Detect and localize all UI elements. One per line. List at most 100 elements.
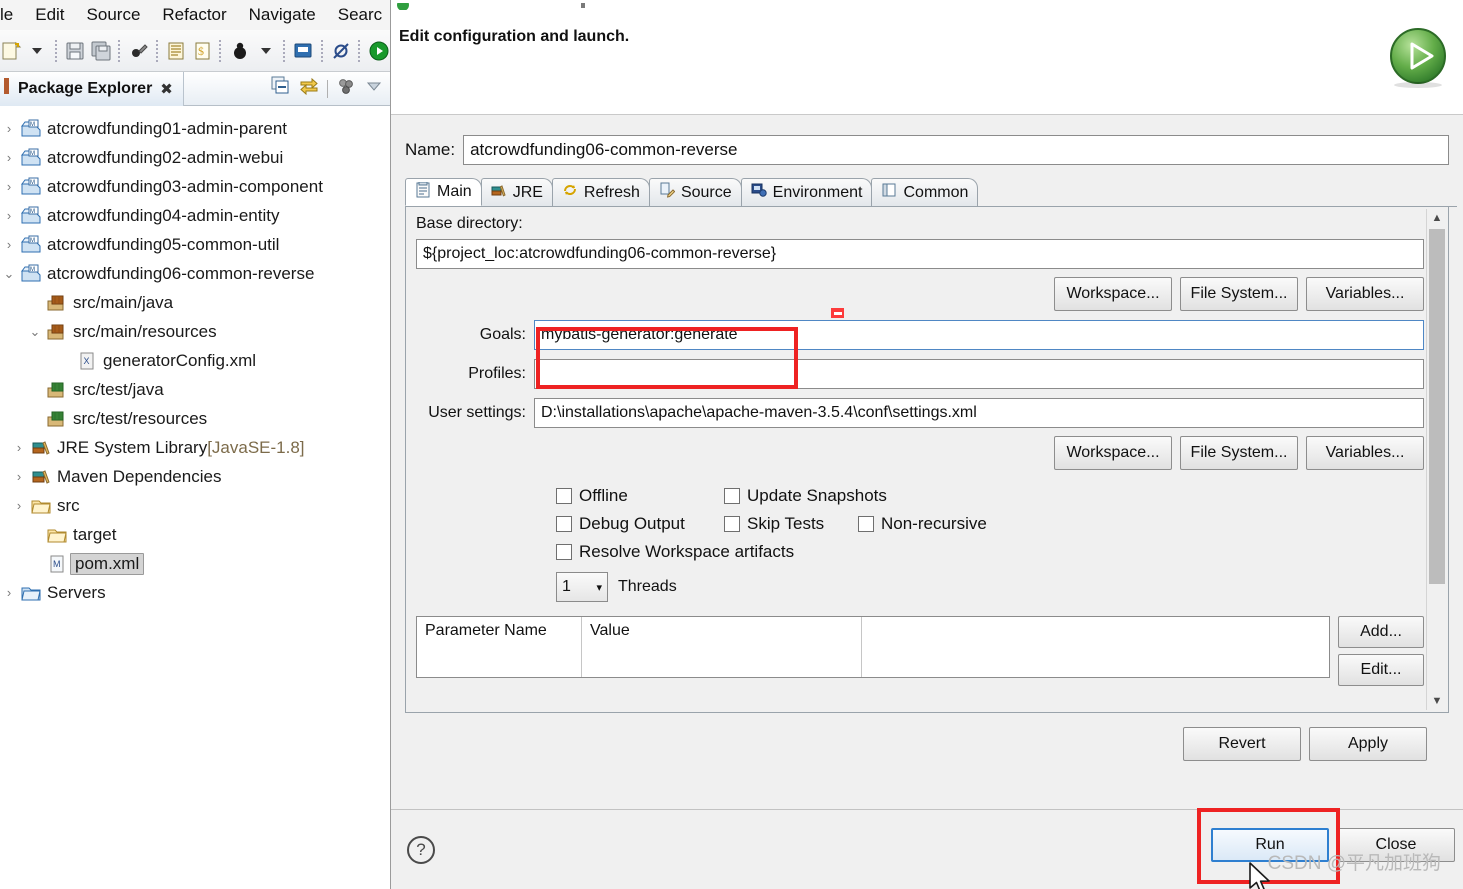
file-system-button-bottom[interactable]: File System... <box>1180 436 1298 470</box>
tree-item-atcrowdfunding06[interactable]: ⌄ M atcrowdfunding06-common-reverse <box>0 259 384 288</box>
tree-item-generatorconfig-xml[interactable]: X generatorConfig.xml <box>0 346 384 375</box>
tab-refresh[interactable]: Refresh <box>551 178 650 206</box>
tree-item-src-main-resources[interactable]: ⌄ src/main/resources <box>0 317 384 346</box>
checkbox-skip-tests-box[interactable] <box>724 516 740 532</box>
tree-item-src-test-resources[interactable]: src/test/resources <box>0 404 384 433</box>
console-icon[interactable] <box>292 38 315 64</box>
collapse-arrow-icon[interactable]: ⌄ <box>26 324 44 340</box>
column-header-blank[interactable] <box>862 617 1329 677</box>
build-icon[interactable] <box>127 38 150 64</box>
chevron-down-icon[interactable]: ▾ <box>596 581 602 594</box>
save-icon[interactable] <box>64 38 87 64</box>
checkbox-offline-box[interactable] <box>556 488 572 504</box>
collapse-all-icon[interactable] <box>271 76 291 101</box>
main-panel-scrollbar[interactable]: ▲ ▼ <box>1426 209 1446 710</box>
package-explorer-tree[interactable]: › M atcrowdfunding01-admin-parent › M at… <box>0 106 384 889</box>
profiles-input[interactable] <box>534 359 1424 389</box>
edit-parameter-button[interactable]: Edit... <box>1338 654 1424 686</box>
revert-button[interactable]: Revert <box>1183 727 1301 761</box>
menu-edit[interactable]: Edit <box>35 5 64 25</box>
expand-arrow-icon[interactable]: › <box>10 440 28 455</box>
tree-item-atcrowdfunding04[interactable]: › M atcrowdfunding04-admin-entity <box>0 201 384 230</box>
tree-item-atcrowdfunding03[interactable]: › M atcrowdfunding03-admin-component <box>0 172 384 201</box>
view-menu-icon[interactable] <box>336 76 356 101</box>
apply-button[interactable]: Apply <box>1309 727 1427 761</box>
menu-search[interactable]: Searc <box>338 5 382 25</box>
expand-arrow-icon[interactable]: › <box>10 469 28 484</box>
tree-item-target[interactable]: target <box>0 520 384 549</box>
save-all-icon[interactable] <box>89 38 112 64</box>
base-directory-input[interactable] <box>416 239 1424 269</box>
column-header-value[interactable]: Value <box>582 617 862 677</box>
expand-arrow-icon[interactable]: › <box>0 121 18 136</box>
new-dropdown-caret-icon[interactable] <box>26 38 49 64</box>
threads-dropdown[interactable]: 1 ▾ <box>556 572 608 602</box>
checkbox-non-recursive[interactable]: Non-recursive <box>858 514 987 534</box>
checkbox-resolve-workspace-artifacts-box[interactable] <box>556 544 572 560</box>
tree-item-src[interactable]: › src <box>0 491 384 520</box>
tab-environment[interactable]: Environment <box>740 178 873 206</box>
tree-item-atcrowdfunding02[interactable]: › M atcrowdfunding02-admin-webui <box>0 143 384 172</box>
scroll-up-arrow-icon[interactable]: ▲ <box>1427 209 1447 227</box>
checkbox-update-snapshots[interactable]: Update Snapshots <box>724 486 887 506</box>
close-icon[interactable]: ✖ <box>160 80 173 98</box>
checkbox-non-recursive-box[interactable] <box>858 516 874 532</box>
new-wizard-icon[interactable] <box>0 38 23 64</box>
tree-item-label: src/test/java <box>73 379 164 399</box>
workspace-button-bottom[interactable]: Workspace... <box>1054 436 1172 470</box>
tree-item-atcrowdfunding01[interactable]: › M atcrowdfunding01-admin-parent <box>0 114 384 143</box>
tab-jre[interactable]: JRE <box>480 178 553 206</box>
scroll-down-arrow-icon[interactable]: ▼ <box>1427 692 1447 710</box>
run-icon[interactable] <box>367 38 390 64</box>
configuration-name-input[interactable] <box>463 135 1449 165</box>
column-header-parameter-name[interactable]: Parameter Name <box>417 617 582 677</box>
checkbox-offline[interactable]: Offline <box>556 486 724 506</box>
add-parameter-button[interactable]: Add... <box>1338 616 1424 648</box>
scrollbar-thumb[interactable] <box>1429 229 1445 584</box>
link-with-editor-icon[interactable] <box>299 76 319 101</box>
checkbox-debug-output-box[interactable] <box>556 516 572 532</box>
menu-refactor[interactable]: Refactor <box>162 5 226 25</box>
collapse-arrow-icon[interactable]: ⌄ <box>0 266 18 282</box>
checkbox-resolve-workspace-artifacts[interactable]: Resolve Workspace artifacts <box>556 542 794 562</box>
expand-arrow-icon[interactable]: › <box>0 150 18 165</box>
open-resource-icon[interactable]: $ <box>191 38 214 64</box>
expand-arrow-icon[interactable]: › <box>0 585 18 600</box>
checkbox-skip-tests[interactable]: Skip Tests <box>724 514 858 534</box>
skip-breakpoints-icon[interactable] <box>330 38 353 64</box>
expand-arrow-icon[interactable]: › <box>0 208 18 223</box>
file-system-button-top[interactable]: File System... <box>1180 277 1298 311</box>
user-settings-input[interactable] <box>534 398 1424 428</box>
tab-main[interactable]: Main <box>405 178 482 206</box>
menu-file[interactable]: le <box>0 5 13 25</box>
menu-navigate[interactable]: Navigate <box>249 5 316 25</box>
checkbox-update-snapshots-box[interactable] <box>724 488 740 504</box>
tab-package-explorer[interactable]: Package Explorer ✖ <box>0 71 184 106</box>
expand-arrow-icon[interactable]: › <box>0 179 18 194</box>
variables-button-bottom[interactable]: Variables... <box>1306 436 1424 470</box>
tree-item-atcrowdfunding05[interactable]: › M atcrowdfunding05-common-util <box>0 230 384 259</box>
parameters-table[interactable]: Parameter Name Value <box>416 616 1330 678</box>
expand-arrow-icon[interactable]: › <box>10 498 28 513</box>
open-type-icon[interactable] <box>165 38 188 64</box>
tree-item-servers[interactable]: › Servers <box>0 578 384 607</box>
help-icon[interactable]: ? <box>407 836 435 864</box>
variables-button-top[interactable]: Variables... <box>1306 277 1424 311</box>
workspace-button-top[interactable]: Workspace... <box>1054 277 1172 311</box>
tree-item-maven-dependencies[interactable]: › Maven Dependencies <box>0 462 384 491</box>
minimize-icon[interactable] <box>364 76 384 101</box>
tree-item-src-test-java[interactable]: src/test/java <box>0 375 384 404</box>
debug-dropdown-caret-icon[interactable] <box>254 38 277 64</box>
tree-item-jre-system-library[interactable]: › JRE System Library [JavaSE-1.8] <box>0 433 384 462</box>
tree-item-src-main-java[interactable]: src/main/java <box>0 288 384 317</box>
expand-arrow-icon[interactable]: › <box>0 237 18 252</box>
debug-icon[interactable] <box>228 38 251 64</box>
tab-common[interactable]: Common <box>871 178 979 206</box>
tree-item-pom-xml[interactable]: M pom.xml <box>0 549 384 578</box>
goals-input[interactable] <box>534 320 1424 350</box>
checkbox-debug-output[interactable]: Debug Output <box>556 514 724 534</box>
menu-source[interactable]: Source <box>87 5 141 25</box>
tab-source[interactable]: Source <box>648 178 742 206</box>
name-label: Name: <box>405 140 456 159</box>
checkbox-offline-label: Offline <box>579 486 628 505</box>
